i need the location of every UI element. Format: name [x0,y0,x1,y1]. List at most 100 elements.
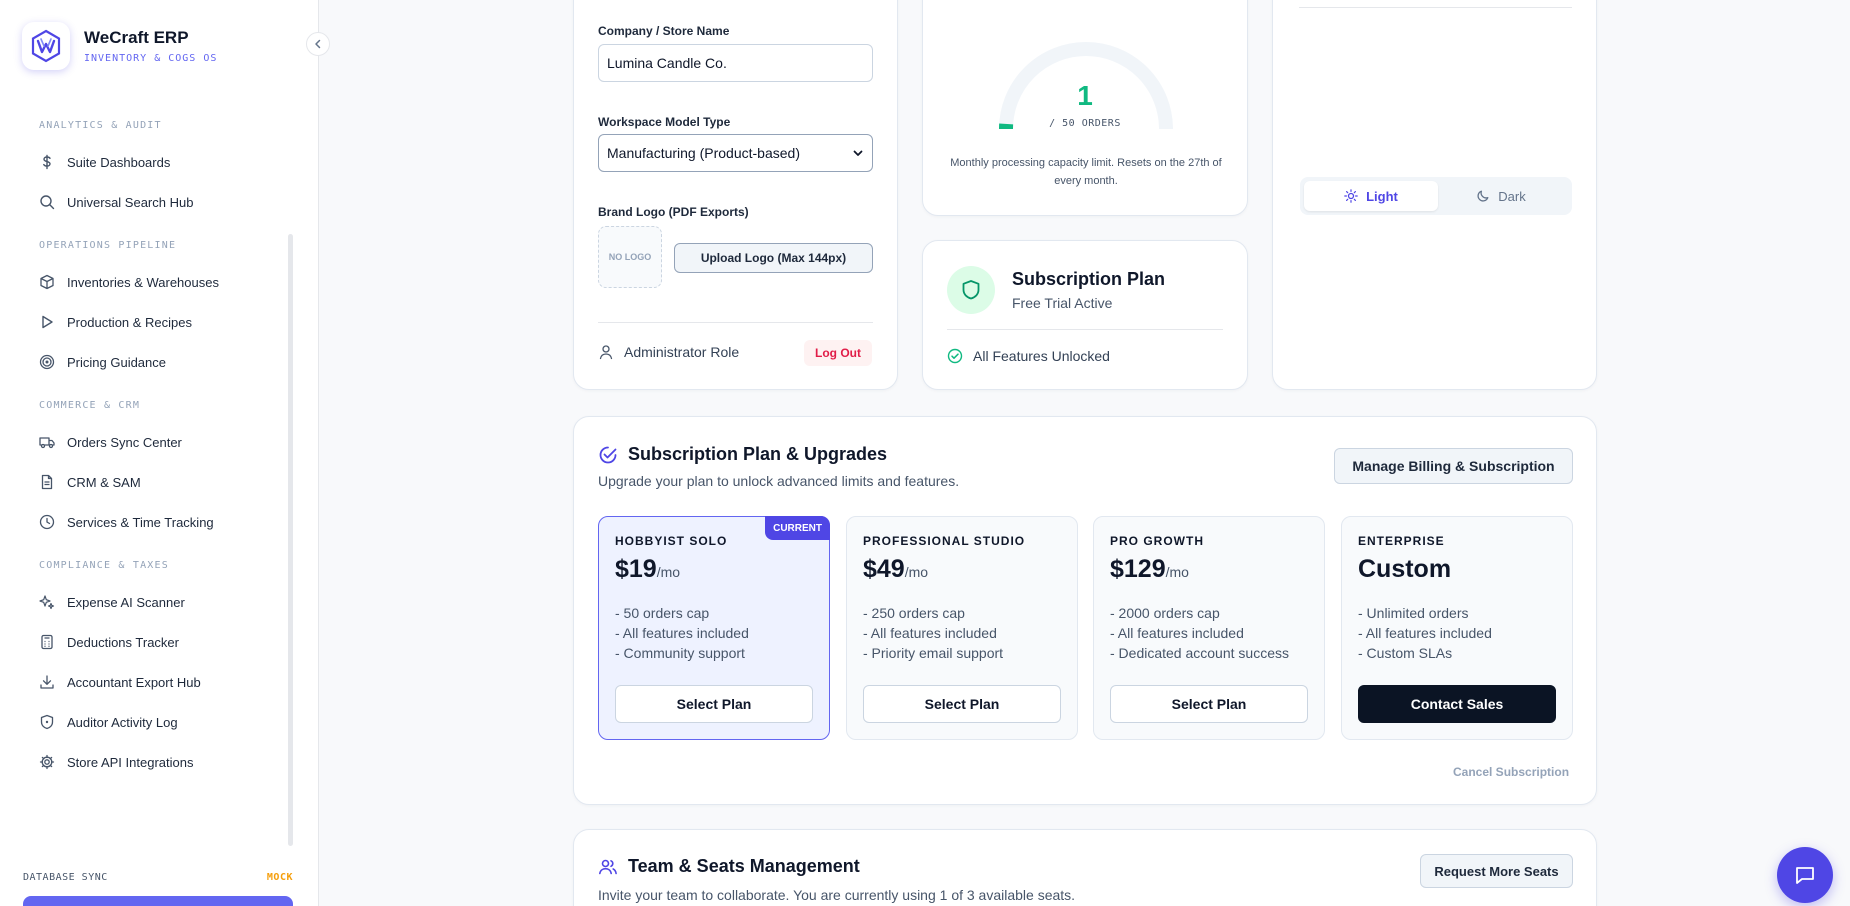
plan-name: PROFESSIONAL STUDIO [863,534,1026,548]
sidebar-item-label: Orders Sync Center [67,434,182,450]
theme-dark-label: Dark [1498,188,1526,204]
document-icon [39,474,55,490]
theme-light-button[interactable]: Light [1304,181,1438,211]
select-plan-button[interactable]: Select Plan [615,685,813,723]
brand-logo-icon [22,22,70,70]
plan-features: - 50 orders cap - All features included … [615,603,749,663]
brand[interactable]: WeCraft ERP INVENTORY & COGS OS [22,22,217,70]
features-unlocked: All Features Unlocked [947,348,1110,364]
plan-features: - Unlimited orders - All features includ… [1358,603,1492,663]
sidebar-item-store-api[interactable]: Store API Integrations [0,742,300,782]
sidebar-item-universal-search[interactable]: Universal Search Hub [0,182,300,222]
sidebar-item-crm[interactable]: CRM & SAM [0,462,300,502]
subscription-title: Subscription Plan [1012,269,1166,289]
usage-count: 1 [1077,80,1093,111]
select-plan-button[interactable]: Select Plan [863,685,1061,723]
plan-price-amount: $129 [1110,555,1166,583]
sidebar-item-label: Universal Search Hub [67,194,194,210]
moon-icon [1477,190,1489,202]
sidebar-item-deductions[interactable]: Deductions Tracker [0,622,300,662]
divider [1299,7,1572,8]
workspace-model-label: Workspace Model Type [598,115,731,129]
chat-support-button[interactable] [1777,847,1833,903]
sidebar-item-label: Production & Recipes [67,314,193,330]
team-title: Team & Seats Management [628,856,860,876]
plan-price-amount: Custom [1358,555,1452,583]
plan-name: ENTERPRISE [1358,534,1445,548]
request-seats-button[interactable]: Request More Seats [1420,854,1573,888]
plan-features: - 2000 orders cap - All features include… [1110,603,1289,663]
logout-button[interactable]: Log Out [804,340,872,366]
plans-description: Upgrade your plan to unlock advanced lim… [598,473,960,489]
sidebar-item-expense-scanner[interactable]: Expense AI Scanner [0,582,300,622]
workspace-model-select[interactable]: Manufacturing (Product-based) [598,134,873,172]
download-icon [39,674,55,690]
plan-card-enterprise: ENTERPRISE Custom - Unlimited orders - A… [1341,516,1573,740]
plan-feature: - All features included [1358,625,1492,641]
sidebar-item-label: Inventories & Warehouses [67,274,219,290]
plan-feature: - 50 orders cap [615,605,710,621]
usage-limit: / 50 ORDERS [1049,118,1121,129]
usage-note: Monthly processing capacity limit. Reset… [950,157,1222,187]
sidebar-item-orders-sync[interactable]: Orders Sync Center [0,422,300,462]
plan-feature: - All features included [1110,625,1244,641]
plan-card-professional: PROFESSIONAL STUDIO $49/mo - 250 orders … [846,516,1078,740]
sparkle-icon [39,594,55,610]
sidebar-item-suite-dashboards[interactable]: Suite Dashboards [0,142,300,182]
sidebar-item-inventories[interactable]: Inventories & Warehouses [0,262,300,302]
theme-toggle: Light Dark [1300,177,1572,215]
admin-role: Administrator Role [598,344,739,360]
plan-feature: - Dedicated account success [1110,645,1289,661]
sidebar-item-accountant-export[interactable]: Accountant Export Hub [0,662,300,702]
sidebar-item-production[interactable]: Production & Recipes [0,302,300,342]
sidebar-item-auditor-log[interactable]: Auditor Activity Log [0,702,300,742]
sync-button[interactable] [23,896,293,906]
plan-feature: - Priority email support [863,645,1004,661]
sidebar-item-pricing[interactable]: Pricing Guidance [0,342,300,382]
select-plan-button[interactable]: Select Plan [1110,685,1308,723]
upload-logo-button[interactable]: Upload Logo (Max 144px) [674,243,873,273]
subscription-status: Free Trial Active [1012,295,1113,311]
contact-sales-button[interactable]: Contact Sales [1358,685,1556,723]
gear-icon [39,754,55,770]
divider [947,329,1223,330]
nav-section-title: OPERATIONS PIPELINE [39,240,177,251]
sidebar: WeCraft ERP INVENTORY & COGS OS ANALYTIC… [0,0,319,906]
sync-mode-badge: MOCK [266,872,293,883]
shield-icon [39,714,55,730]
plan-card-hobbyist: CURRENT HOBBYIST SOLO $19/mo - 50 orders… [598,516,830,740]
usage-gauge-card: 1 / 50 ORDERS Monthly processing capacit… [922,0,1248,216]
sidebar-item-label: Expense AI Scanner [67,594,185,610]
plans-title: Subscription Plan & Upgrades [628,444,888,464]
manage-billing-button[interactable]: Manage Billing & Subscription [1334,448,1573,484]
plan-card-pro-growth: PRO GROWTH $129/mo - 2000 orders cap - A… [1093,516,1325,740]
shield-icon [947,266,995,314]
company-name-input[interactable]: Lumina Candle Co. [598,44,873,82]
plan-price-amount: $49 [863,555,905,583]
company-name-label: Company / Store Name [598,24,730,38]
dollar-icon [39,154,55,170]
plan-features: - 250 orders cap - All features included… [863,603,1003,663]
plans-heading: Subscription Plan & Upgrades [598,444,887,465]
plan-price: $19/mo [615,555,680,584]
sidebar-item-label: Store API Integrations [67,754,194,770]
current-plan-badge: CURRENT [765,516,830,540]
sidebar-scrollbar[interactable] [288,234,293,846]
theme-dark-button[interactable]: Dark [1434,181,1568,211]
nav-section-title: ANALYTICS & AUDIT [39,120,162,131]
sidebar-item-label: Deductions Tracker [67,634,179,650]
chat-bubble-icon [1796,867,1814,884]
plan-feature: - 250 orders cap [863,605,965,621]
brand-logo-label: Brand Logo (PDF Exports) [598,205,749,219]
sidebar-item-label: Accountant Export Hub [67,674,201,690]
cancel-subscription-link[interactable]: Cancel Subscription [1453,765,1569,779]
collapse-sidebar-button[interactable] [306,32,330,56]
plan-price: $129/mo [1110,555,1189,584]
truck-icon [39,434,55,450]
subscription-status-card: Subscription Plan Free Trial Active All … [922,240,1248,390]
team-seats-card: Team & Seats Management Invite your team… [573,829,1597,906]
plan-price-amount: $19 [615,555,657,583]
sidebar-item-services[interactable]: Services & Time Tracking [0,502,300,542]
divider [598,322,873,323]
database-sync-status: DATABASE SYNC MOCK [23,872,293,883]
